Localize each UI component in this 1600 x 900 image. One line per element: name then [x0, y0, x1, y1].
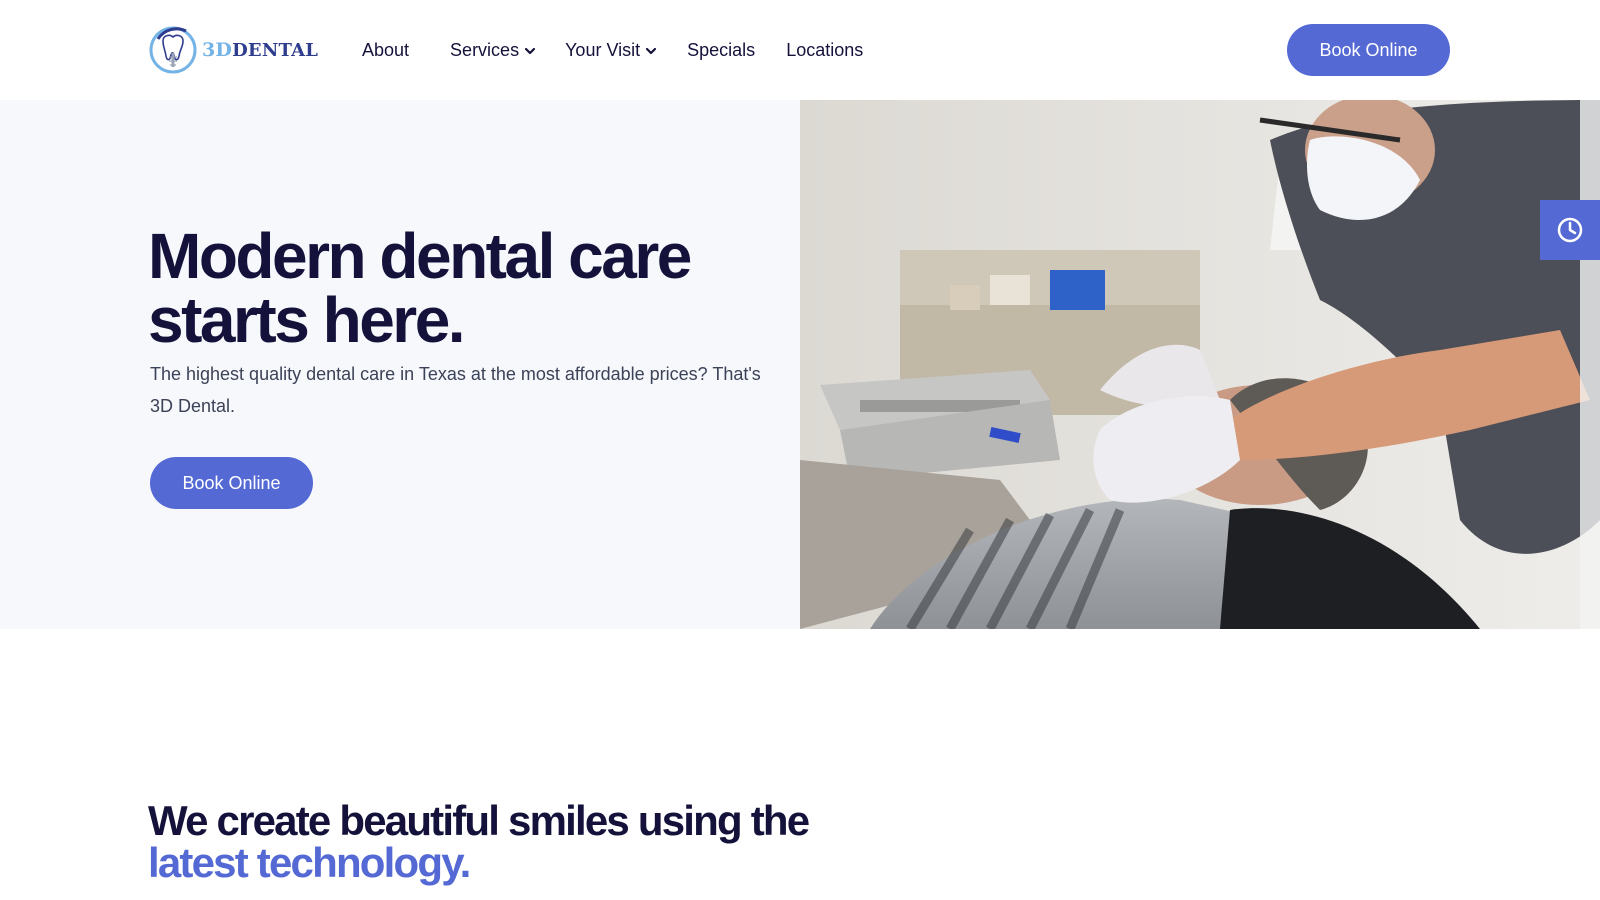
hero-subtitle: The highest quality dental care in Texas… [150, 364, 761, 416]
chevron-down-icon [524, 47, 536, 55]
logo-wordmark: 3D DENTAL [202, 39, 318, 61]
hero-book-online-button[interactable]: Book Online [150, 457, 313, 509]
main-nav: About Services Your Visit Specials Locat… [362, 36, 863, 64]
nav-specials[interactable]: Specials [687, 40, 755, 61]
side-hours-widget[interactable] [1540, 200, 1600, 260]
clock-icon [1557, 217, 1583, 243]
logo-3d-text: 3D [202, 39, 233, 61]
chevron-down-icon [646, 47, 657, 55]
nav-your-visit-label: Your Visit [565, 39, 641, 60]
nav-about-label: About [362, 39, 410, 60]
nav-specials-label: Specials [687, 39, 756, 60]
logo[interactable]: 3D DENTAL [148, 22, 320, 78]
nav-services[interactable]: Services [450, 40, 536, 61]
dentist-patient-illustration [800, 100, 1600, 629]
hero-section: Modern dental care starts here. The high… [0, 100, 1600, 629]
hero-title: Modern dental care starts here. [148, 224, 768, 352]
tooth-logo-icon [149, 26, 197, 74]
hero-title-line2: starts here. [148, 284, 466, 356]
technology-title-line1: We create beautiful smiles using the [148, 797, 810, 844]
nav-locations-label: Locations [786, 39, 864, 60]
hero-text-panel: Modern dental care starts here. The high… [0, 100, 800, 629]
technology-title-accent: latest technology. [148, 839, 471, 886]
hero-title-line1: Modern dental care [148, 220, 692, 292]
book-online-button[interactable]: Book Online [1287, 24, 1450, 76]
nav-your-visit[interactable]: Your Visit [565, 40, 657, 61]
nav-about[interactable]: About [362, 40, 409, 61]
technology-section-title: We create beautiful smiles using the lat… [148, 797, 810, 886]
nav-services-label: Services [450, 39, 520, 60]
site-header: 3D DENTAL About Services Your Visit Spec… [0, 0, 1600, 100]
nav-locations[interactable]: Locations [786, 40, 863, 61]
logo-dental-text: DENTAL [232, 40, 319, 61]
hero-dentist-photo [800, 100, 1600, 629]
